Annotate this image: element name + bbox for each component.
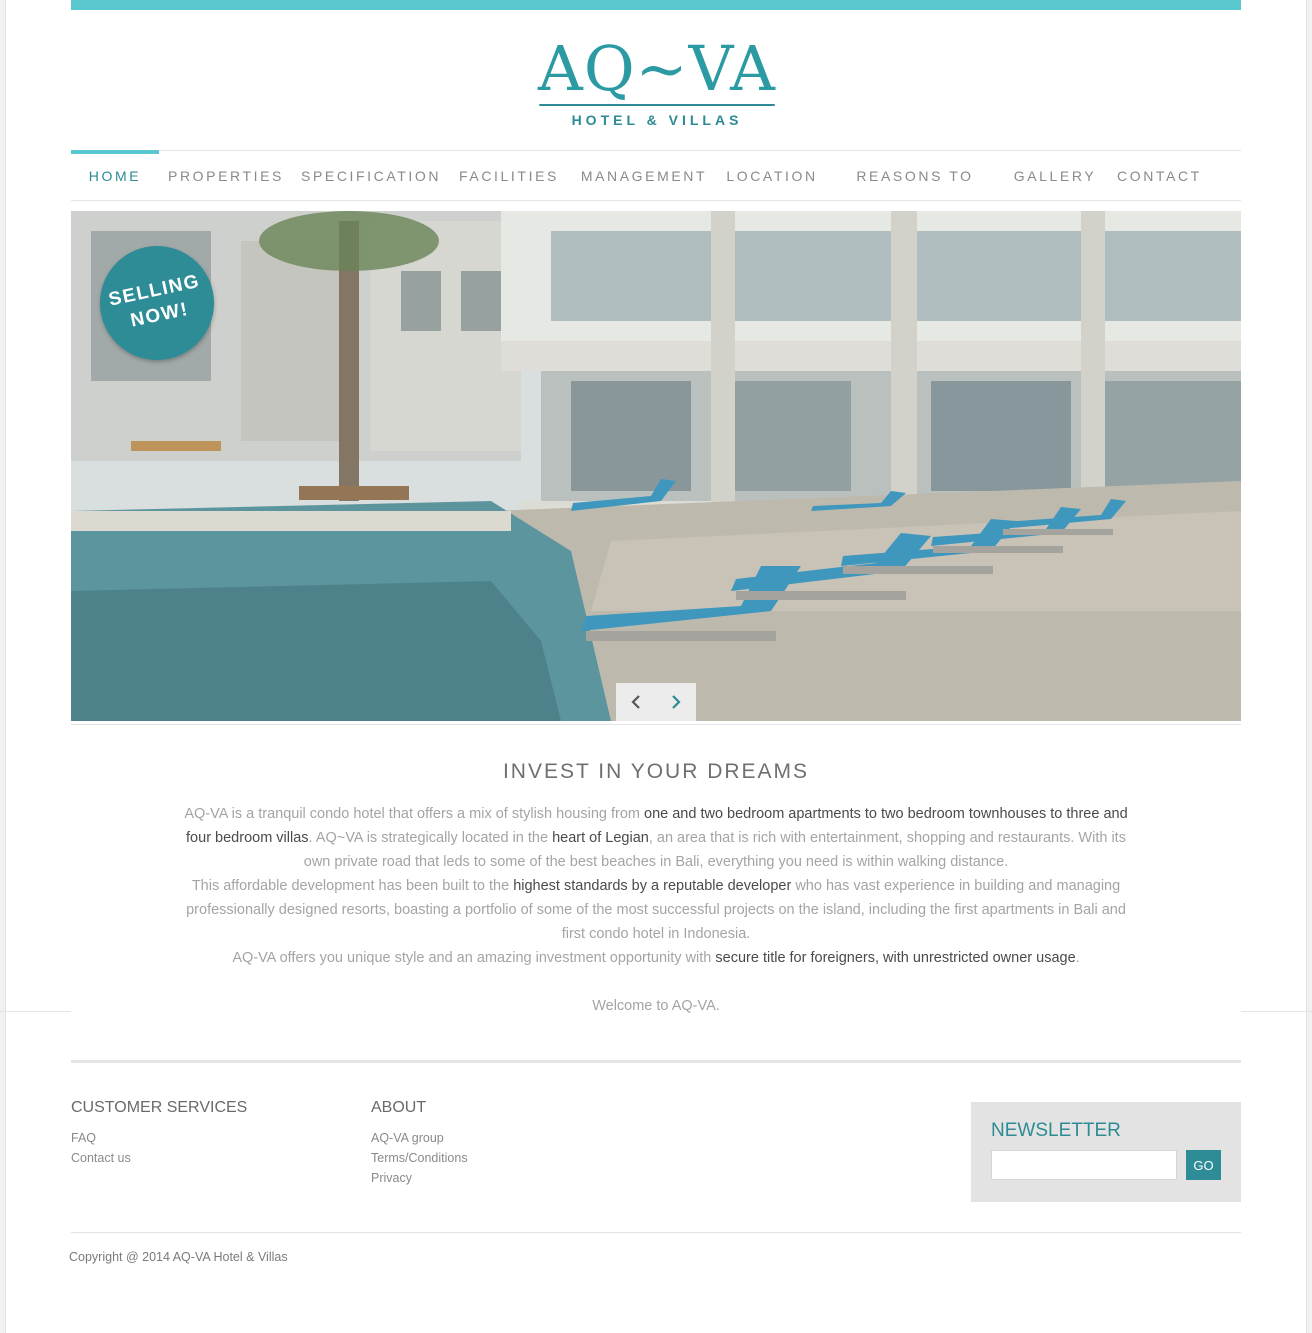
newsletter-form: GO xyxy=(991,1150,1221,1180)
hero-photo-pool-villas xyxy=(71,211,1241,721)
main-nav: HOME PROPERTIES SPECIFICATION FACILITIES… xyxy=(71,150,1241,234)
logo-wordmark: AQ~VA xyxy=(538,32,776,105)
intro-title: INVEST IN YOUR DREAMS xyxy=(502,760,810,783)
footer-customer-services: CUSTOMER SERVICES FAQ Contact us xyxy=(71,1099,247,1168)
about-heading: ABOUT xyxy=(371,1099,427,1116)
top-accent-bar xyxy=(71,0,1241,10)
nav-item-contact[interactable]: CONTACT xyxy=(1117,151,1201,201)
nav-item-home[interactable]: HOME xyxy=(71,150,159,200)
hero-divider xyxy=(71,721,1241,725)
footer-link-terms[interactable]: Terms/Conditions xyxy=(371,1148,468,1168)
slider-prev-button[interactable] xyxy=(616,683,656,721)
slider-controls xyxy=(616,683,696,721)
footer-link-aqva-group[interactable]: AQ-VA group xyxy=(371,1128,468,1148)
logo-tagline: HOTEL & VILLAS xyxy=(571,112,743,128)
footer-about: ABOUT AQ-VA group Terms/Conditions Priva… xyxy=(371,1099,468,1188)
intro-paragraph-1: AQ-VA is a tranquil condo hotel that off… xyxy=(184,806,1128,870)
footer-link-privacy[interactable]: Privacy xyxy=(371,1168,468,1188)
intro-paragraph-3: AQ-VA offers you unique style and an ama… xyxy=(232,950,1080,966)
site-logo[interactable]: AQ~VA HOTEL & VILLAS xyxy=(537,38,777,130)
newsletter-box: NEWSLETTER GO xyxy=(971,1102,1241,1202)
footer-link-contact-us[interactable]: Contact us xyxy=(71,1148,247,1168)
page-frame-left xyxy=(0,0,6,1333)
footer-link-faq[interactable]: FAQ xyxy=(71,1128,247,1148)
chevron-right-icon xyxy=(672,695,681,709)
nav-item-management[interactable]: MANAGEMENT xyxy=(580,151,708,201)
intro-paragraph-2: This affordable development has been bui… xyxy=(186,878,1126,942)
nav-item-reasons-to-buy[interactable]: REASONS TO BUY xyxy=(838,151,992,234)
nav-item-properties[interactable]: PROPERTIES xyxy=(168,151,282,201)
copyright-divider xyxy=(71,1232,1241,1233)
nav-item-location[interactable]: LOCATION xyxy=(726,151,818,201)
chevron-left-icon xyxy=(631,695,640,709)
frame-divider-left xyxy=(0,1011,71,1012)
copyright-text: Copyright @ 2014 AQ-VA Hotel & Villas xyxy=(69,1250,288,1264)
page-container: AQ~VA HOTEL & VILLAS HOME PROPERTIES SPE… xyxy=(69,0,1241,1264)
welcome-text: Welcome to AQ-VA. xyxy=(592,998,720,1014)
newsletter-heading: NEWSLETTER xyxy=(991,1120,1121,1141)
nav-item-specification[interactable]: SPECIFICATION xyxy=(301,151,439,201)
newsletter-go-button[interactable]: GO xyxy=(1186,1150,1221,1180)
logo-underline xyxy=(539,104,775,106)
page-frame-right xyxy=(1306,0,1312,1333)
slider-next-button[interactable] xyxy=(656,683,696,721)
nav-item-gallery[interactable]: GALLERY xyxy=(1010,151,1100,201)
nav-item-facilities[interactable]: FACILITIES xyxy=(457,151,561,201)
newsletter-email-input[interactable] xyxy=(991,1150,1177,1180)
intro-section: INVEST IN YOUR DREAMS AQ-VA is a tranqui… xyxy=(71,760,1241,1018)
hero-slider[interactable]: SELLING NOW! xyxy=(71,211,1241,721)
frame-divider-right xyxy=(1241,1011,1312,1012)
customer-services-heading: CUSTOMER SERVICES xyxy=(71,1099,248,1116)
footer-divider xyxy=(71,1060,1241,1063)
